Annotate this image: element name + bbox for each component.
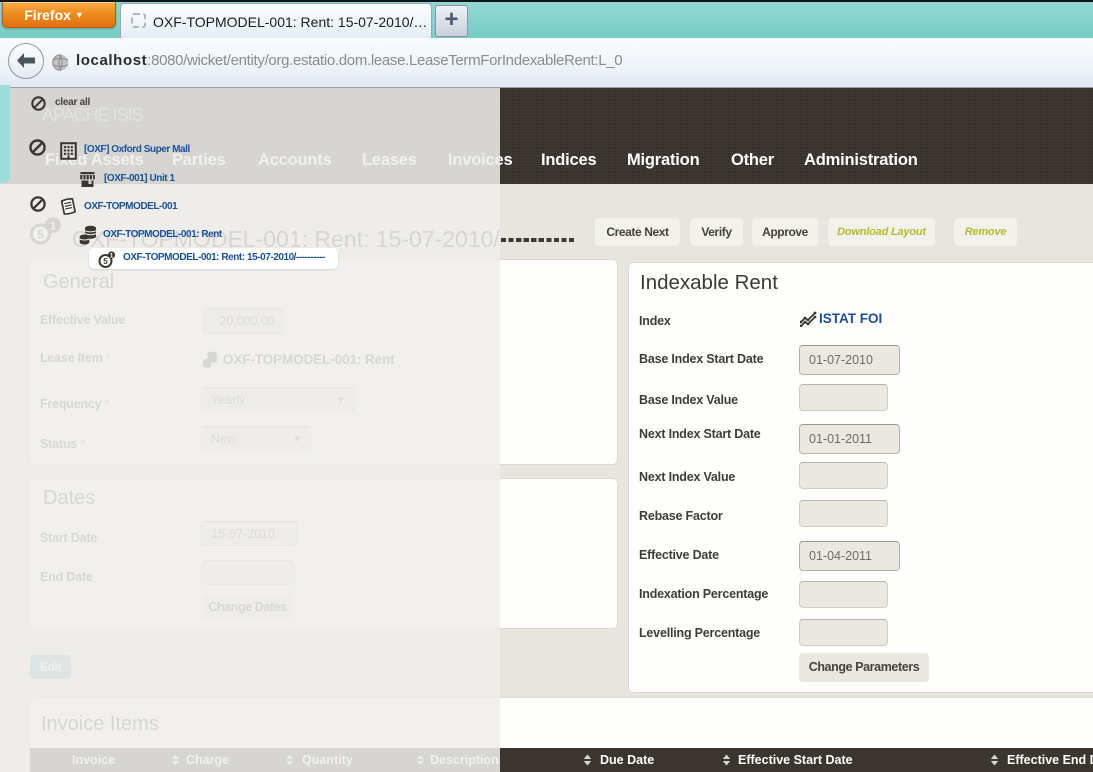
svg-text:5: 5 [103,257,108,266]
svg-text:1: 1 [110,252,114,259]
